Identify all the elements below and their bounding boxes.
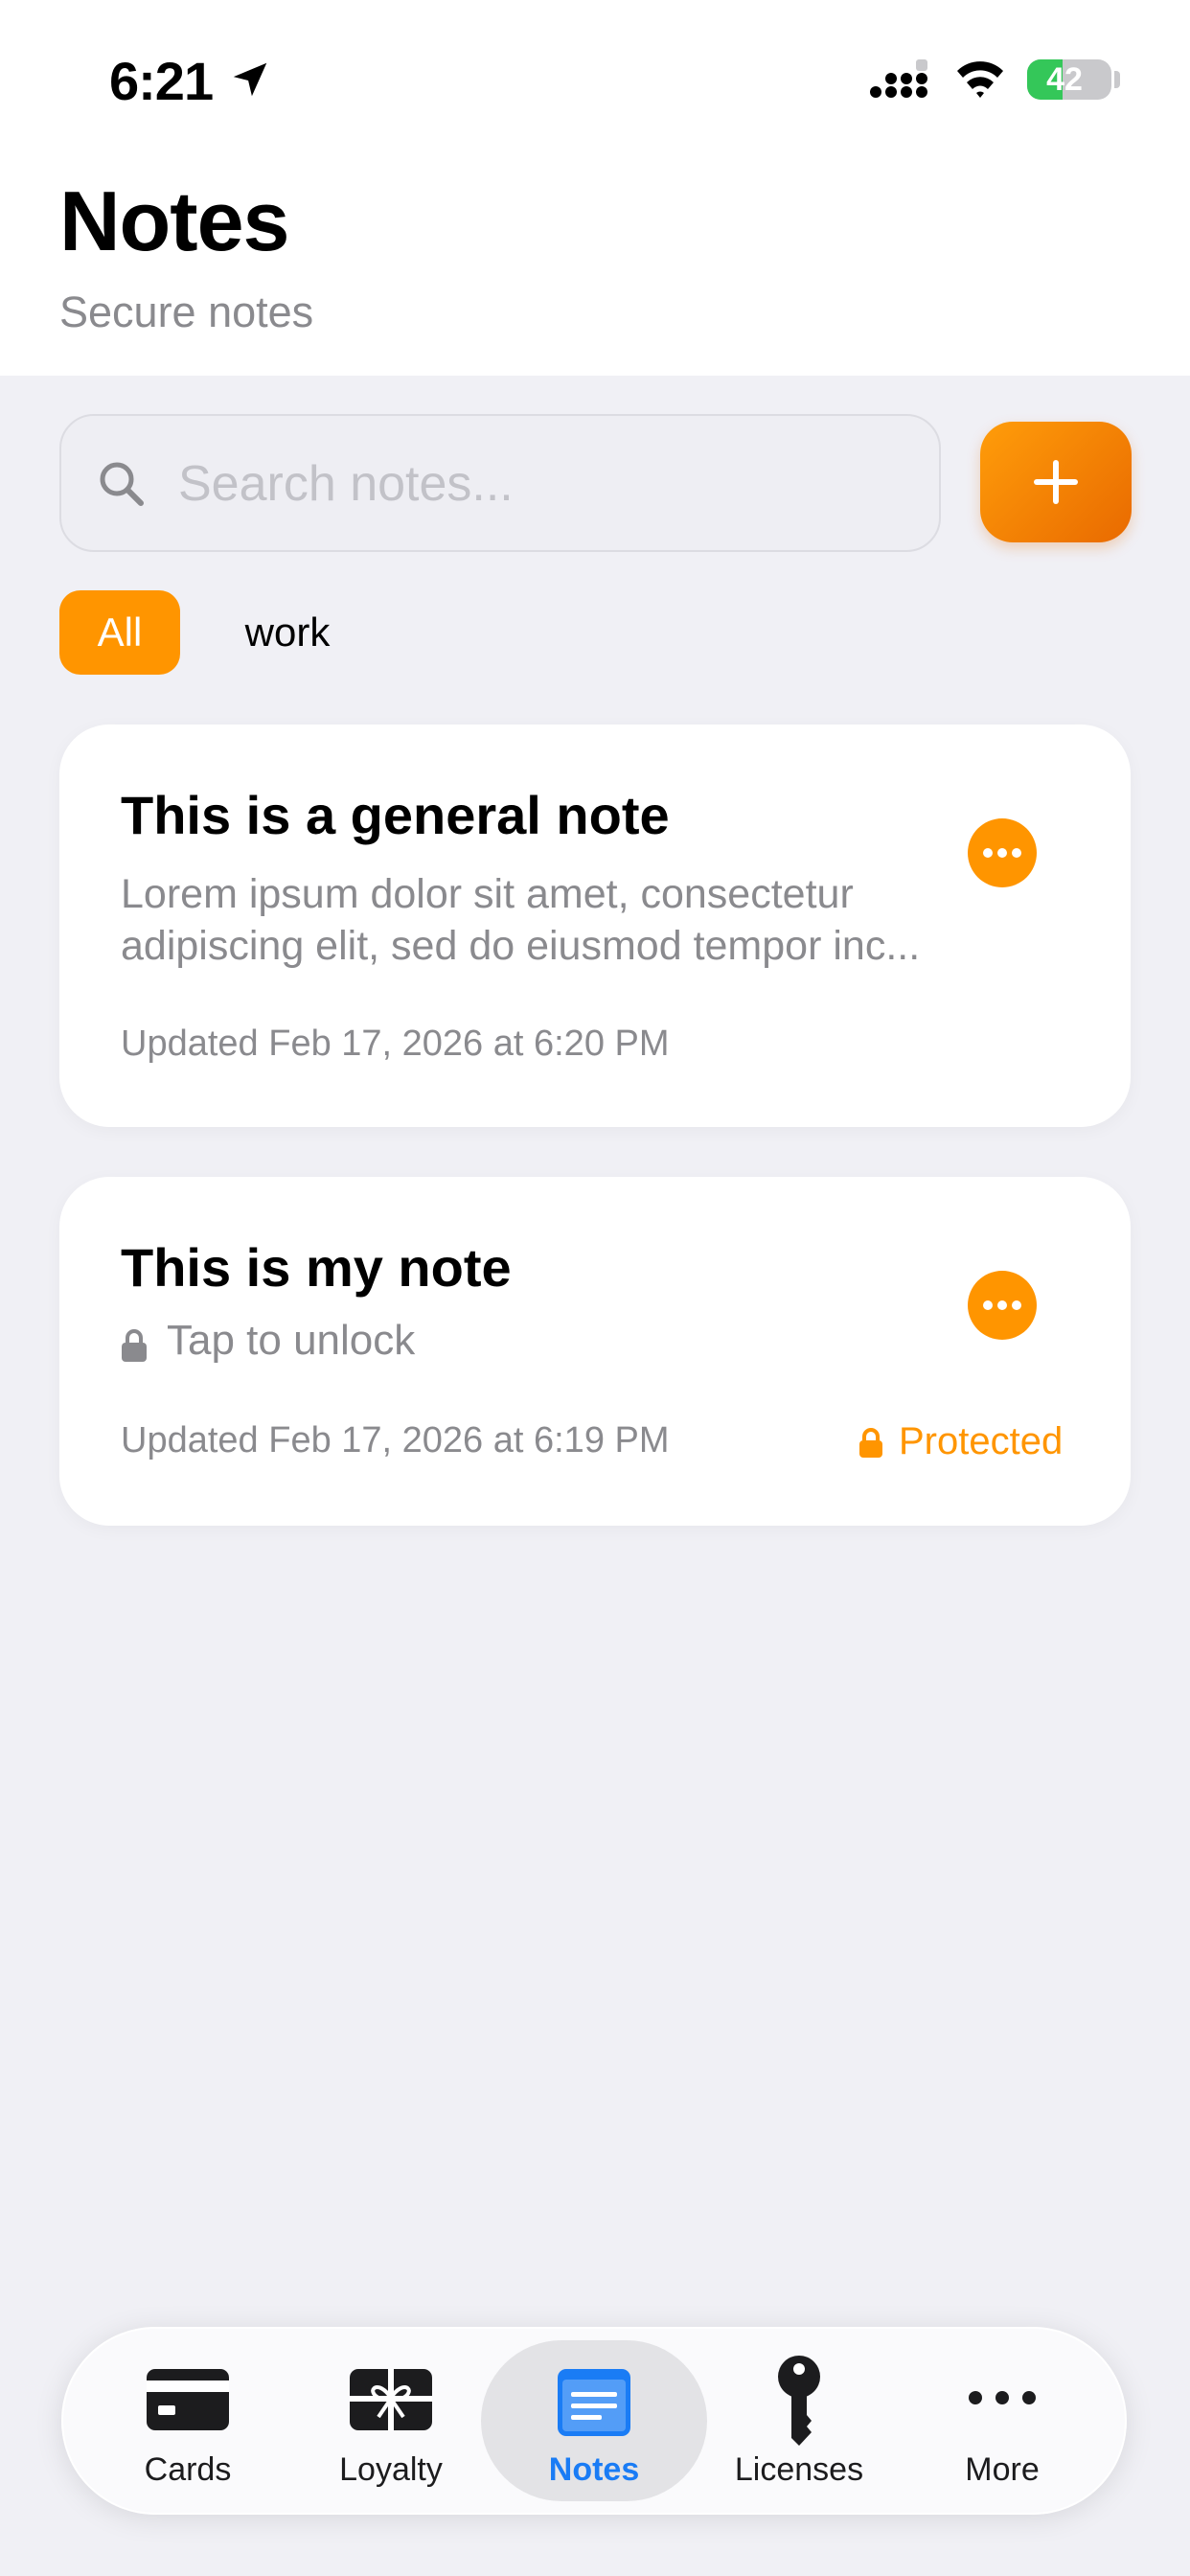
note-card[interactable]: This is my note Tap to unlock Updated Fe… xyxy=(59,1177,1131,1526)
note-updated: Updated Feb 17, 2026 at 6:19 PM xyxy=(121,1420,670,1460)
ellipsis-icon xyxy=(983,848,1021,858)
note-card[interactable]: This is a general note Lorem ipsum dolor… xyxy=(59,724,1131,1127)
tab-label: Notes xyxy=(548,2451,640,2488)
wifi-icon xyxy=(957,61,1003,98)
tab-licenses[interactable]: Licenses xyxy=(703,2329,895,2513)
tab-bar: Cards Loyalty Notes Licenses More xyxy=(61,2327,1127,2515)
ellipsis-icon xyxy=(969,2391,1036,2404)
note-title: This is my note xyxy=(121,1237,512,1298)
lock-icon xyxy=(122,1329,147,1362)
note-options-button[interactable] xyxy=(968,818,1037,887)
battery-nub xyxy=(1114,71,1120,88)
header: 6:21 42 Notes Secure notes xyxy=(0,0,1190,376)
protected-badge: Protected xyxy=(899,1420,1064,1462)
protected-lock-icon xyxy=(859,1428,882,1458)
locked-hint: Tap to unlock xyxy=(167,1317,416,1364)
battery-indicator: 42 xyxy=(1027,59,1111,100)
add-note-button[interactable] xyxy=(980,422,1132,542)
credit-card-icon xyxy=(147,2369,229,2430)
tab-notes[interactable]: Notes xyxy=(498,2329,690,2513)
note-options-button[interactable] xyxy=(968,1271,1037,1340)
filter-chip-work[interactable]: work xyxy=(220,590,355,675)
location-arrow-icon xyxy=(233,62,267,97)
note-title: This is a general note xyxy=(121,785,670,845)
tab-label: More xyxy=(965,2451,1040,2488)
search-icon xyxy=(100,462,144,506)
cellular-signal-icon xyxy=(870,59,927,98)
page-title: Notes xyxy=(59,173,289,268)
filter-chip-all[interactable]: All xyxy=(59,590,180,675)
tab-label: Loyalty xyxy=(339,2451,443,2488)
status-time: 6:21 xyxy=(109,51,214,111)
note-preview: Lorem ipsum dolor sit amet, consectetur … xyxy=(121,871,921,969)
search-bar[interactable] xyxy=(59,414,941,552)
tab-label: Cards xyxy=(144,2451,232,2488)
tab-more[interactable]: More xyxy=(906,2329,1098,2513)
notes-icon xyxy=(558,2369,630,2436)
key-icon xyxy=(778,2356,820,2446)
ellipsis-icon xyxy=(983,1300,1021,1310)
plus-icon xyxy=(1034,460,1078,504)
page-subtitle: Secure notes xyxy=(59,288,314,336)
tab-loyalty[interactable]: Loyalty xyxy=(295,2329,487,2513)
search-input[interactable] xyxy=(176,416,918,552)
battery-level: 42 xyxy=(1046,61,1083,98)
tab-cards[interactable]: Cards xyxy=(92,2329,284,2513)
tab-label: Licenses xyxy=(734,2451,864,2488)
gift-card-icon xyxy=(350,2369,432,2430)
note-updated: Updated Feb 17, 2026 at 6:20 PM xyxy=(121,1024,670,1064)
